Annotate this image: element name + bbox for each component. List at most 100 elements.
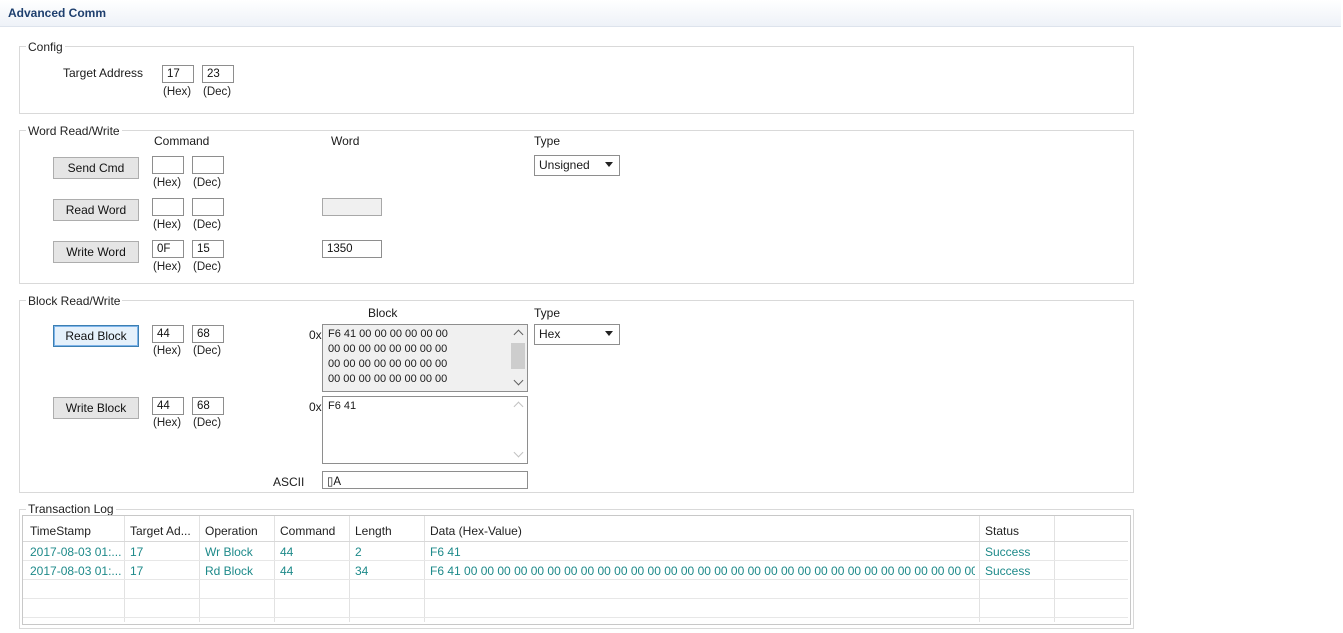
- word-rw-group-label: Word Read/Write: [26, 124, 122, 138]
- block-rw-group-label: Block Read/Write: [26, 294, 123, 308]
- write-word-value-input[interactable]: 1350: [322, 240, 382, 258]
- log-cell-command: 44: [280, 545, 294, 559]
- row-divider: [23, 598, 1128, 599]
- target-address-label: Target Address: [63, 66, 144, 80]
- log-cell-length: 34: [355, 564, 369, 578]
- column-divider: [124, 516, 125, 622]
- column-header[interactable]: Target Ad...: [130, 524, 198, 538]
- hex-caption: (Hex): [153, 219, 182, 231]
- log-cell-operation: Wr Block: [205, 545, 253, 559]
- dec-caption: (Dec): [193, 345, 222, 357]
- read-block-dec-input[interactable]: 68: [192, 325, 224, 343]
- write-block-data-input[interactable]: F6 41: [322, 396, 528, 464]
- dec-caption: (Dec): [203, 86, 232, 98]
- write-block-hex-input[interactable]: 44: [152, 397, 184, 415]
- column-divider: [979, 516, 980, 622]
- row-divider: [23, 579, 1128, 580]
- ascii-field[interactable]: ▯A: [322, 471, 528, 489]
- target-address-dec-input[interactable]: 23: [202, 65, 234, 83]
- block-type-header: Type: [534, 306, 561, 320]
- row-divider: [23, 541, 1128, 542]
- hex-caption: (Hex): [153, 177, 182, 189]
- log-cell-timestamp: 2017-08-03 01:...: [30, 564, 122, 578]
- word-type-select[interactable]: Unsigned: [534, 155, 620, 176]
- hex-caption: (Hex): [153, 345, 182, 357]
- block-type-value: Hex: [539, 327, 561, 341]
- log-cell-command: 44: [280, 564, 294, 578]
- transaction-log-label: Transaction Log: [26, 502, 116, 516]
- scroll-up-icon[interactable]: [513, 329, 524, 340]
- chevron-down-icon: [605, 331, 613, 336]
- log-cell-data: F6 41 00 00 00 00 00 00 00 00 00 00 00 0…: [430, 564, 975, 578]
- word-header: Word: [331, 134, 360, 148]
- log-cell-status: Success: [985, 564, 1031, 578]
- target-address-hex-input[interactable]: 17: [162, 65, 194, 83]
- log-cell-status: Success: [985, 545, 1031, 559]
- scroll-down-icon[interactable]: [513, 375, 524, 386]
- column-header[interactable]: Data (Hex-Value): [430, 524, 970, 538]
- send-cmd-dec-input[interactable]: [192, 156, 224, 174]
- column-header[interactable]: Command: [280, 524, 348, 538]
- row-divider: [23, 617, 1128, 618]
- write-block-scrollbar[interactable]: [510, 397, 527, 463]
- type-header: Type: [534, 134, 561, 148]
- column-header[interactable]: TimeStamp: [30, 524, 122, 538]
- title-bar: [0, 0, 1341, 27]
- write-word-dec-input[interactable]: 15: [192, 240, 224, 258]
- chevron-down-icon: [605, 162, 613, 167]
- log-cell-target: 17: [130, 564, 144, 578]
- read-block-scrollbar[interactable]: [510, 325, 527, 391]
- column-header[interactable]: Operation: [205, 524, 273, 538]
- column-divider: [1054, 516, 1055, 622]
- log-cell-target: 17: [130, 545, 144, 559]
- ascii-label: ASCII: [273, 475, 305, 489]
- log-cell-data: F6 41: [430, 545, 461, 559]
- window-title: Advanced Comm: [8, 6, 107, 20]
- scroll-up-icon[interactable]: [513, 401, 524, 412]
- column-divider: [349, 516, 350, 622]
- column-divider: [274, 516, 275, 622]
- send-cmd-hex-input[interactable]: [152, 156, 184, 174]
- write-block-dec-input[interactable]: 68: [192, 397, 224, 415]
- send-cmd-button[interactable]: Send Cmd: [53, 157, 139, 179]
- dec-caption: (Dec): [193, 219, 222, 231]
- read-block-data-area: F6 41 00 00 00 00 00 00 00 00 00 00 00 0…: [322, 324, 528, 392]
- transaction-log-table[interactable]: TimeStamp Target Ad... Operation Command…: [22, 515, 1131, 625]
- dec-caption: (Dec): [193, 177, 222, 189]
- write-word-button[interactable]: Write Word: [53, 241, 139, 263]
- read-word-value-field: [322, 198, 382, 216]
- row-divider: [23, 560, 1128, 561]
- block-type-select[interactable]: Hex: [534, 324, 620, 345]
- log-cell-timestamp: 2017-08-03 01:...: [30, 545, 122, 559]
- block-header: Block: [368, 306, 398, 320]
- read-block-line: 00 00 00 00 00 00 00 00: [328, 343, 448, 355]
- dec-caption: (Dec): [193, 417, 222, 429]
- read-block-line: F6 41 00 00 00 00 00 00: [328, 328, 448, 340]
- read-block-button[interactable]: Read Block: [53, 325, 139, 347]
- hex-caption: (Hex): [163, 86, 192, 98]
- read-word-dec-input[interactable]: [192, 198, 224, 216]
- read-word-button[interactable]: Read Word: [53, 199, 139, 221]
- write-block-prefix: 0x: [309, 400, 322, 414]
- column-divider: [424, 516, 425, 622]
- read-block-prefix: 0x: [309, 328, 322, 342]
- hex-caption: (Hex): [153, 261, 182, 273]
- write-block-data-text: F6 41: [328, 400, 357, 412]
- command-header: Command: [154, 134, 210, 148]
- word-type-value: Unsigned: [539, 158, 590, 172]
- log-cell-length: 2: [355, 545, 362, 559]
- write-block-button[interactable]: Write Block: [53, 397, 139, 419]
- read-word-hex-input[interactable]: [152, 198, 184, 216]
- read-block-hex-input[interactable]: 44: [152, 325, 184, 343]
- read-block-line: 00 00 00 00 00 00 00 00: [328, 358, 448, 370]
- word-rw-group: [19, 130, 1134, 284]
- log-cell-operation: Rd Block: [205, 564, 254, 578]
- hex-caption: (Hex): [153, 417, 182, 429]
- write-word-hex-input[interactable]: 0F: [152, 240, 184, 258]
- scroll-down-icon[interactable]: [513, 447, 524, 458]
- column-header[interactable]: Status: [985, 524, 1051, 538]
- dec-caption: (Dec): [193, 261, 222, 273]
- column-divider: [199, 516, 200, 622]
- column-header[interactable]: Length: [355, 524, 423, 538]
- scroll-thumb[interactable]: [511, 343, 525, 369]
